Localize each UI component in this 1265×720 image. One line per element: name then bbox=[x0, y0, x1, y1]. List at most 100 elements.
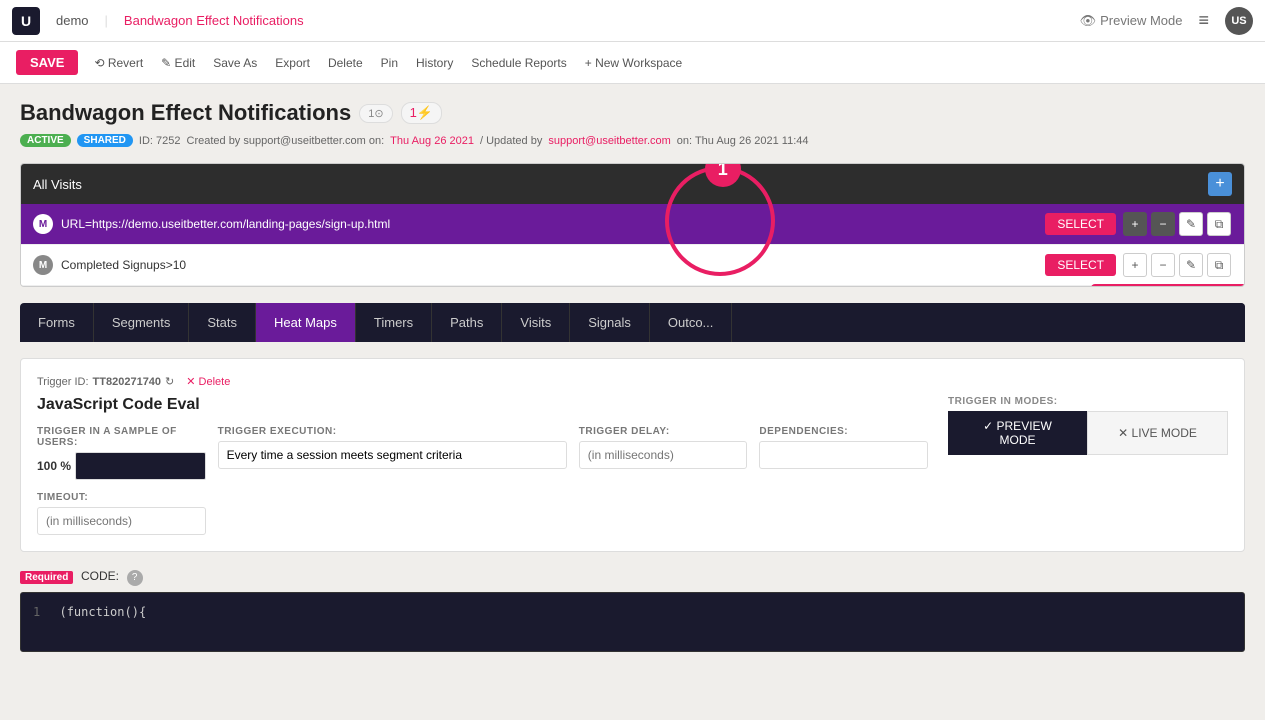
updated-by-text: / Updated by bbox=[480, 135, 542, 147]
created-date: Thu Aug 26 2021 bbox=[390, 135, 474, 147]
refresh-icon[interactable]: ↻ bbox=[165, 375, 174, 388]
dependencies-label: DEPENDENCIES: bbox=[759, 426, 928, 437]
nav-separator: | bbox=[105, 13, 108, 28]
edit-button[interactable]: ✎ Edit bbox=[153, 52, 203, 74]
tab-stats[interactable]: Stats bbox=[189, 303, 256, 342]
updated-email: support@useitbetter.com bbox=[548, 135, 670, 147]
trigger-main: JavaScript Code Eval TRIGGER IN A SAMPLE… bbox=[37, 396, 1228, 535]
segment-row: M Completed Signups>10 SELECT + − ✎ ⧉ bbox=[21, 245, 1244, 286]
code-header-row: Required CODE: ? bbox=[20, 568, 1245, 586]
revert-button[interactable]: ⟲ Revert bbox=[86, 52, 151, 74]
new-workspace-button[interactable]: + New Workspace bbox=[577, 52, 690, 74]
execution-group: TRIGGER EXECUTION: Every time a session … bbox=[218, 426, 567, 480]
tab-paths[interactable]: Paths bbox=[432, 303, 502, 342]
annotation-overlay: 1 bbox=[755, 184, 1164, 199]
created-by-text: Created by support@useitbetter.com on: bbox=[187, 135, 385, 147]
delay-input[interactable] bbox=[579, 441, 748, 469]
delete-button[interactable]: Delete bbox=[320, 52, 371, 74]
main-content: Bandwagon Effect Notifications 1⊙ 1⚡ ACT… bbox=[0, 84, 1265, 668]
export-button[interactable]: Export bbox=[267, 52, 318, 74]
trigger-modes-row: ✓ PREVIEW MODE ✕ LIVE MODE bbox=[948, 411, 1228, 455]
code-editor[interactable]: 1 (function(){ bbox=[20, 592, 1245, 652]
history-button[interactable]: History bbox=[408, 52, 461, 74]
dependencies-input[interactable] bbox=[759, 441, 928, 469]
select-button-1[interactable]: SELECT bbox=[1045, 213, 1116, 235]
workspace-name[interactable]: demo bbox=[48, 13, 97, 28]
top-header: Bandwagon Effect Notifications 1⊙ 1⚡ ACT… bbox=[20, 100, 1245, 147]
page-title: Bandwagon Effect Notifications bbox=[20, 100, 351, 126]
trigger-delete-button[interactable]: ✕ Delete bbox=[186, 375, 230, 388]
user-avatar[interactable]: US bbox=[1225, 7, 1253, 35]
tab-outcomes[interactable]: Outco... bbox=[650, 303, 733, 342]
timeout-input[interactable] bbox=[37, 507, 206, 535]
timeout-label: TIMEOUT: bbox=[37, 492, 206, 503]
delay-label: TRIGGER DELAY: bbox=[579, 426, 748, 437]
segment-row-text: Completed Signups>10 bbox=[61, 258, 1045, 272]
select-button-2[interactable]: SELECT bbox=[1045, 254, 1116, 276]
segment-icon: M bbox=[33, 255, 53, 275]
top-nav: U demo | Bandwagon Effect Notifications … bbox=[0, 0, 1265, 42]
tab-visits[interactable]: Visits bbox=[502, 303, 570, 342]
trigger-title: JavaScript Code Eval bbox=[37, 396, 928, 414]
add-segment-button[interactable]: + bbox=[1208, 172, 1232, 196]
percentage-row: 100 % bbox=[37, 452, 206, 480]
pct-value: 100 % bbox=[37, 459, 71, 473]
trigger-section: Trigger ID: TT820271740 ↻ ✕ Delete JavaS… bbox=[20, 358, 1245, 552]
edit-row-button-2[interactable]: ✎ bbox=[1179, 253, 1203, 277]
tab-segments[interactable]: Segments bbox=[94, 303, 190, 342]
menu-icon[interactable]: ≡ bbox=[1198, 10, 1209, 31]
meta-row: ACTIVE SHARED ID: 7252 Created by suppor… bbox=[20, 134, 1245, 147]
pct-bar bbox=[75, 452, 206, 480]
segment-header-title: All Visits bbox=[33, 177, 82, 192]
add-row-button-1[interactable]: + bbox=[1123, 212, 1147, 236]
code-help-icon[interactable]: ? bbox=[127, 570, 143, 586]
dependencies-group: DEPENDENCIES: bbox=[759, 426, 928, 480]
edit-row-button-1[interactable]: ✎ bbox=[1179, 212, 1203, 236]
app-logo[interactable]: U bbox=[12, 7, 40, 35]
execution-select[interactable]: Every time a session meets segment crite… bbox=[218, 441, 567, 469]
minus-button-2[interactable]: − bbox=[1151, 253, 1175, 277]
add-row-button-2[interactable]: + bbox=[1123, 253, 1147, 277]
segment-row: M URL=https://demo.useitbetter.com/landi… bbox=[21, 204, 1244, 245]
trigger-id-label: Trigger ID: TT820271740 ↻ bbox=[37, 375, 174, 388]
segment-actions: SELECT + − ✎ ⧉ bbox=[1045, 212, 1232, 236]
shared-badge: SHARED bbox=[77, 134, 133, 147]
tabs-spacer bbox=[732, 303, 1245, 342]
segment-row-text: URL=https://demo.useitbetter.com/landing… bbox=[61, 217, 1045, 231]
page-tab-title[interactable]: Bandwagon Effect Notifications bbox=[116, 13, 312, 28]
segment-table: All Visits + M URL=https://demo.useitbet… bbox=[20, 163, 1245, 287]
code-line-number: 1 bbox=[33, 605, 40, 619]
pin-button[interactable]: Pin bbox=[373, 52, 406, 74]
tab-signals[interactable]: Signals bbox=[570, 303, 650, 342]
eye-icon: 👁 bbox=[1080, 13, 1097, 29]
annotation-text: Selectcreatedsegment bbox=[1091, 284, 1245, 287]
lightning-badge: 1⚡ bbox=[401, 102, 442, 124]
required-badge: Required bbox=[20, 571, 73, 584]
live-mode-button[interactable]: ✕ LIVE MODE bbox=[1087, 411, 1228, 455]
trigger-id-value: TT820271740 bbox=[93, 376, 162, 388]
save-as-button[interactable]: Save As bbox=[205, 52, 265, 74]
tab-forms[interactable]: Forms bbox=[20, 303, 94, 342]
execution-select-container: Every time a session meets segment crite… bbox=[218, 441, 567, 469]
code-content: (function(){ bbox=[59, 605, 146, 619]
tab-heat-maps[interactable]: Heat Maps bbox=[256, 303, 356, 342]
segment-actions: SELECT + − ✎ ⧉ bbox=[1045, 253, 1232, 277]
trigger-header: Trigger ID: TT820271740 ↻ ✕ Delete bbox=[37, 375, 1228, 388]
trigger-left: JavaScript Code Eval TRIGGER IN A SAMPLE… bbox=[37, 396, 928, 535]
timeout-group: TIMEOUT: bbox=[37, 492, 206, 535]
trigger-modes-label: TRIGGER IN MODES: bbox=[948, 396, 1228, 407]
schedule-reports-button[interactable]: Schedule Reports bbox=[463, 52, 574, 74]
record-id: ID: 7252 bbox=[139, 135, 181, 147]
active-badge: ACTIVE bbox=[20, 134, 71, 147]
tab-timers[interactable]: Timers bbox=[356, 303, 432, 342]
preview-mode-button[interactable]: ✓ PREVIEW MODE bbox=[948, 411, 1087, 455]
execution-label: TRIGGER EXECUTION: bbox=[218, 426, 567, 437]
code-section: Required CODE: ? 1 (function(){ bbox=[20, 568, 1245, 652]
sample-label: TRIGGER IN A SAMPLE OF USERS: bbox=[37, 426, 206, 448]
preview-mode-label: 👁 Preview Mode bbox=[1080, 13, 1183, 29]
save-button[interactable]: SAVE bbox=[16, 50, 78, 75]
copy-row-button-2[interactable]: ⧉ bbox=[1207, 253, 1231, 277]
trigger-modes-area: TRIGGER IN MODES: ✓ PREVIEW MODE ✕ LIVE … bbox=[948, 396, 1228, 535]
minus-button-1[interactable]: − bbox=[1151, 212, 1175, 236]
copy-row-button-1[interactable]: ⧉ bbox=[1207, 212, 1231, 236]
